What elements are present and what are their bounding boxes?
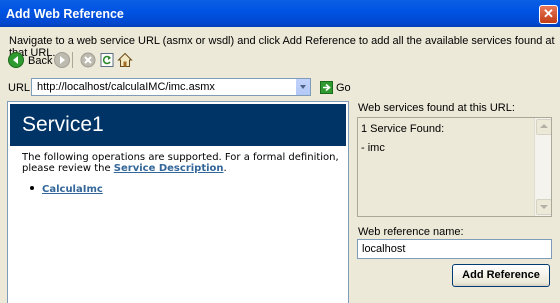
service-title: Service1 (22, 113, 104, 136)
window-title: Add Web Reference (6, 7, 124, 21)
service-browser-pane[interactable]: Service1 The following operations are su… (7, 101, 349, 303)
refresh-button[interactable] (99, 52, 115, 68)
stop-button[interactable] (80, 52, 96, 68)
operation-item: CalculaImc (30, 184, 103, 195)
services-found-label: Web services found at this URL: (358, 102, 515, 114)
url-label: URL: (8, 82, 34, 94)
operation-link-calculaimc[interactable]: CalculaImc (42, 184, 103, 195)
title-bar[interactable]: Add Web Reference ✕ (0, 0, 560, 27)
url-combobox[interactable]: http://localhost/calculaIMC/imc.asmx (31, 78, 311, 96)
home-button[interactable] (117, 52, 133, 68)
toolbar-separator (72, 52, 73, 68)
back-label[interactable]: Back (28, 55, 52, 67)
reference-name-label: Web reference name: (358, 226, 464, 238)
services-found-list[interactable]: 1 Service Found: - imc (357, 117, 552, 217)
services-count-text: 1 Service Found: (361, 123, 445, 135)
scroll-down-button[interactable] (536, 199, 551, 215)
home-icon (117, 52, 133, 67)
url-input[interactable]: http://localhost/calculaIMC/imc.asmx (37, 81, 215, 93)
back-icon (8, 52, 24, 68)
reference-name-input[interactable]: localhost (357, 239, 552, 259)
close-icon: ✕ (543, 6, 554, 21)
close-button[interactable]: ✕ (539, 5, 558, 24)
service-item: - imc (361, 142, 385, 154)
description-end: . (223, 163, 227, 174)
add-reference-button[interactable]: Add Reference (452, 264, 550, 287)
forward-icon (54, 52, 70, 68)
service-description-link[interactable]: Service Description (114, 163, 224, 174)
forward-button[interactable] (54, 52, 70, 68)
bullet-icon (30, 186, 34, 190)
stop-icon (80, 52, 96, 68)
url-dropdown-button[interactable] (295, 79, 310, 95)
vertical-scrollbar[interactable] (534, 118, 551, 216)
reference-name-value: localhost (362, 243, 406, 255)
scroll-up-button[interactable] (536, 119, 551, 135)
service-description: The following operations are supported. … (22, 152, 342, 174)
go-arrow-icon (320, 81, 333, 94)
refresh-icon (100, 53, 114, 67)
go-label: Go (336, 82, 351, 94)
back-button[interactable] (8, 52, 24, 68)
service-header: Service1 (10, 104, 346, 146)
